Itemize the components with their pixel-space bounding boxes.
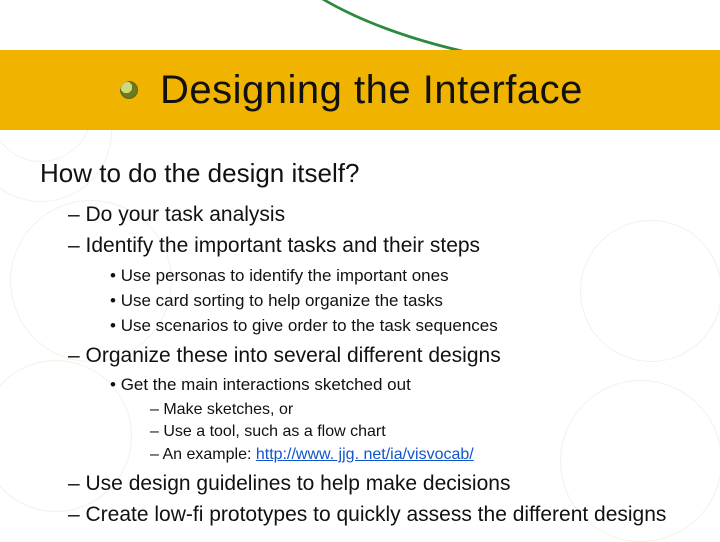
subsubbullet-use-tool: Use a tool, such as a flow chart: [40, 421, 700, 443]
bullet-organize-designs: Organize these into several different de…: [40, 342, 700, 370]
subbullet-personas: Use personas to identify the important o…: [40, 265, 700, 288]
subsubbullet-make-sketches: Make sketches, or: [40, 399, 700, 421]
slide-title: Designing the Interface: [160, 68, 583, 113]
subsubbullet-example: An example: http://www. jjg. net/ia/visv…: [40, 444, 700, 466]
title-bullet-icon: [120, 81, 138, 99]
title-band: Designing the Interface: [0, 50, 720, 130]
subbullet-card-sorting: Use card sorting to help organize the ta…: [40, 290, 700, 313]
bullet-lowfi-prototypes: Create low-fi prototypes to quickly asse…: [40, 501, 700, 529]
slide-body: How to do the design itself? Do your tas…: [40, 150, 700, 532]
subbullet-sketch-interactions: Get the main interactions sketched out: [40, 374, 700, 397]
section-heading: How to do the design itself?: [40, 156, 700, 191]
bullet-task-analysis: Do your task analysis: [40, 201, 700, 229]
bullet-design-guidelines: Use design guidelines to help make decis…: [40, 470, 700, 498]
example-link[interactable]: http://www. jjg. net/ia/visvocab/: [256, 446, 474, 463]
bullet-identify-tasks: Identify the important tasks and their s…: [40, 232, 700, 260]
subbullet-scenarios: Use scenarios to give order to the task …: [40, 315, 700, 338]
